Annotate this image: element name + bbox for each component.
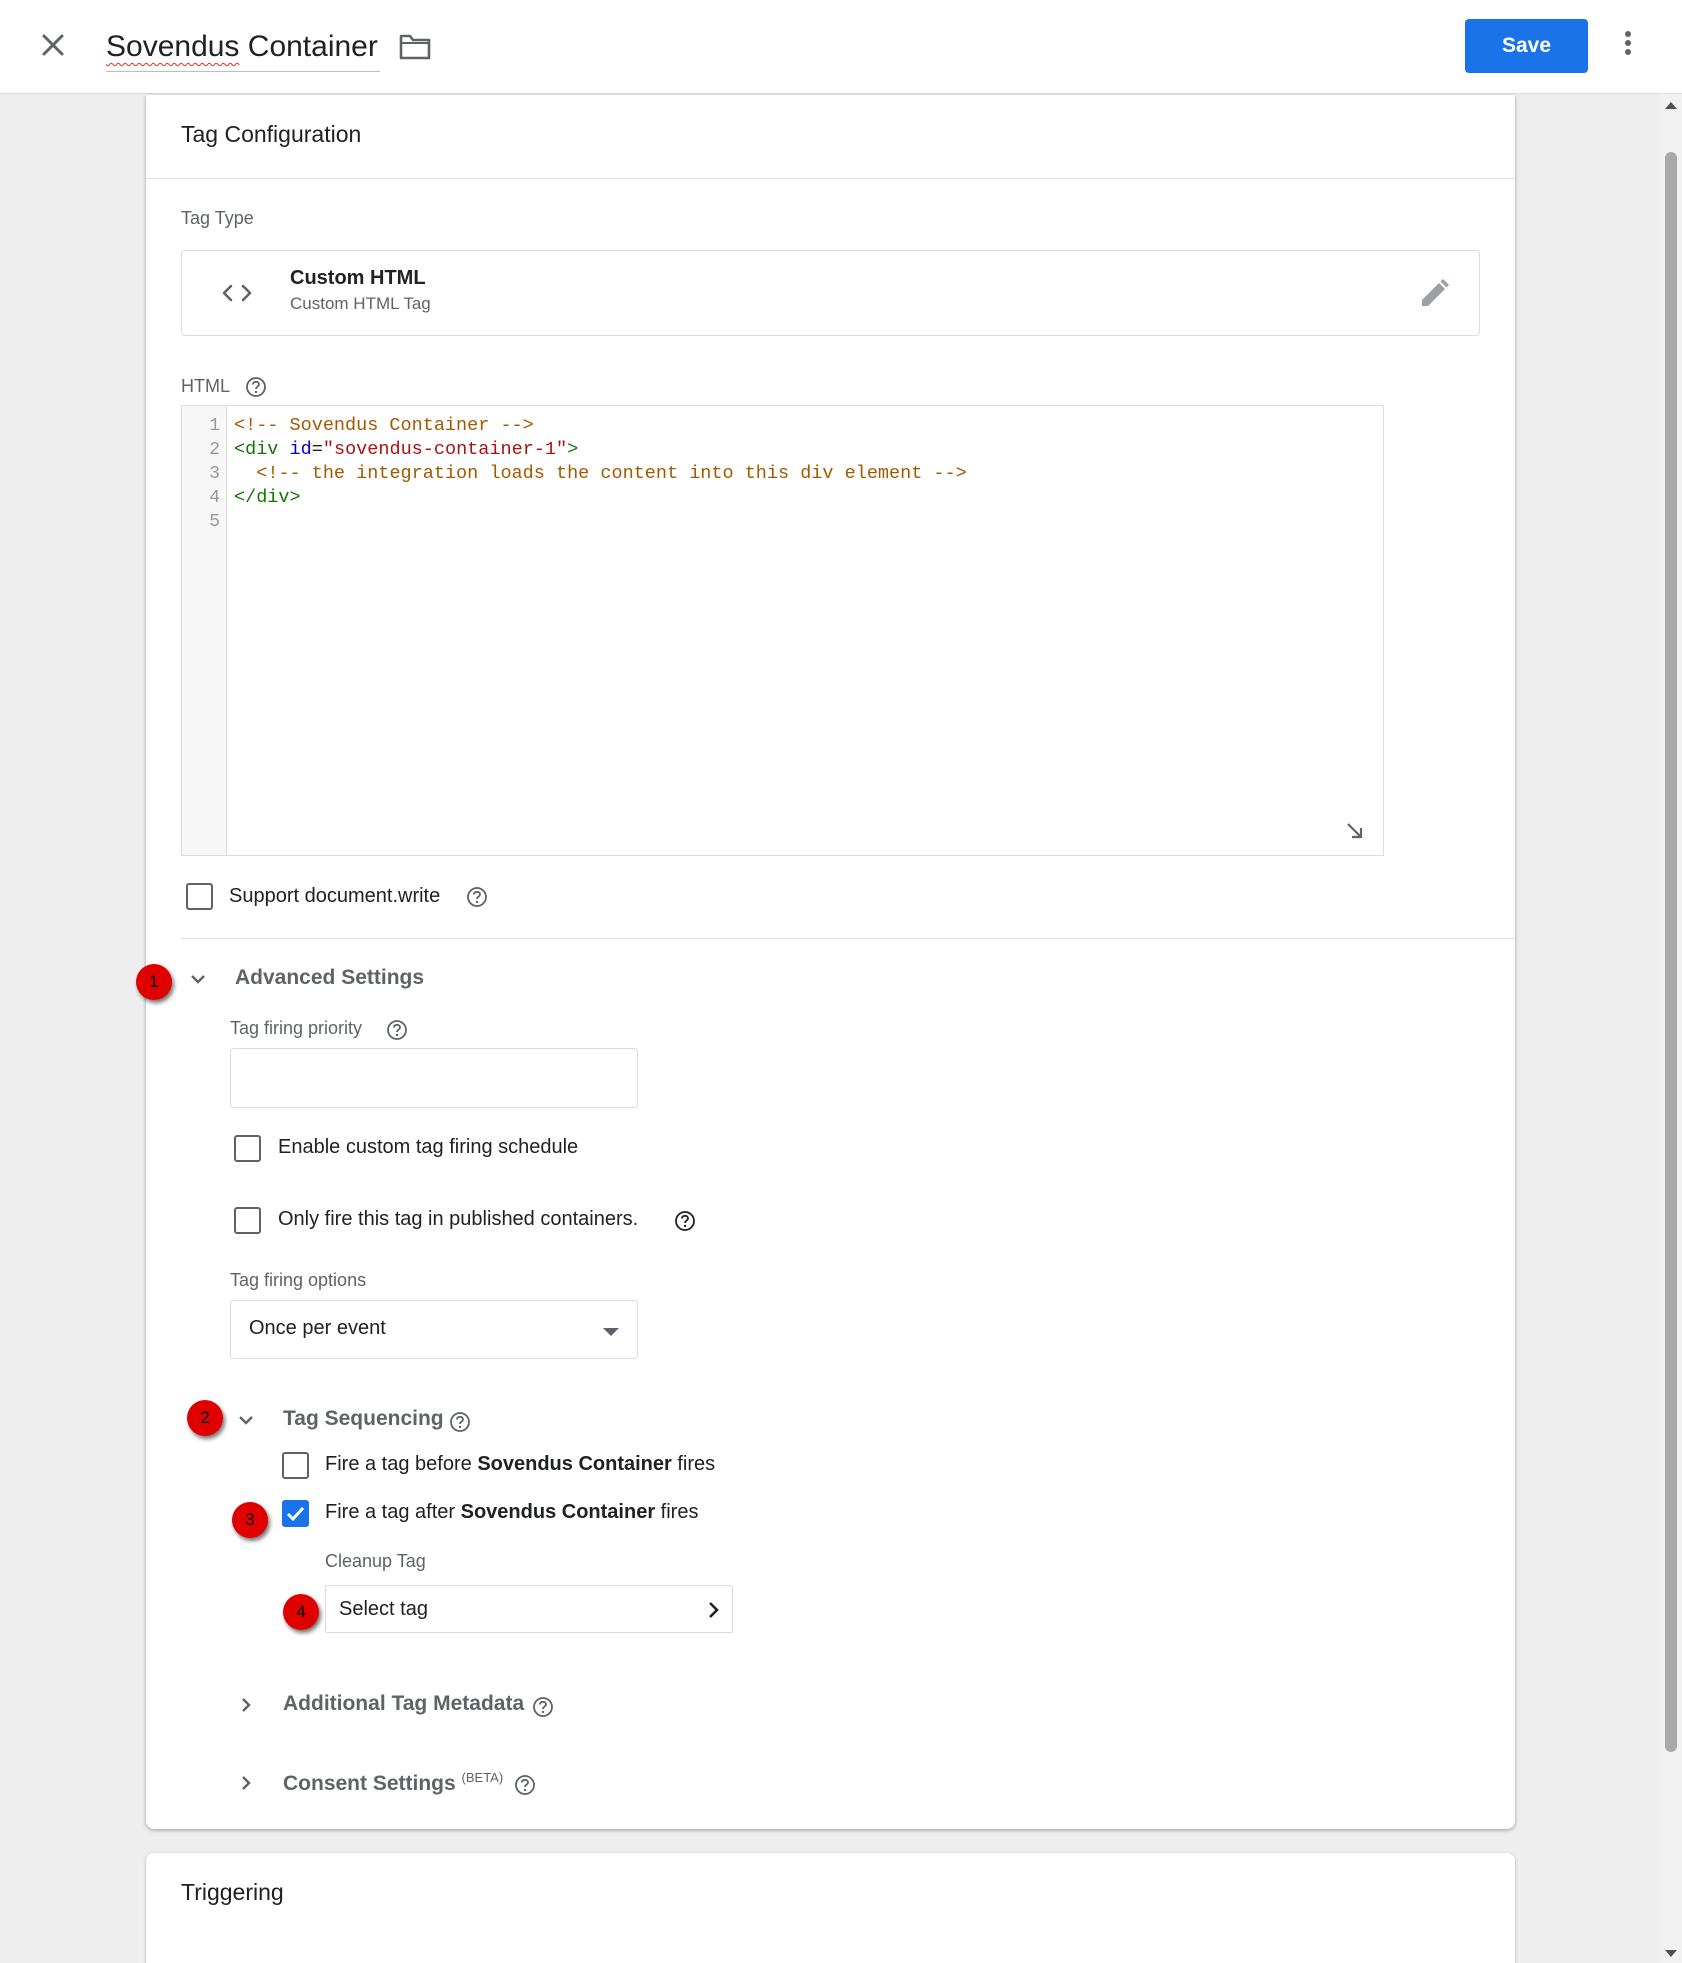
save-button[interactable]: Save xyxy=(1465,19,1588,73)
help-icon[interactable] xyxy=(386,1019,408,1041)
help-icon[interactable] xyxy=(466,886,488,908)
firing-options-select[interactable]: Once per event xyxy=(230,1300,638,1359)
beta-badge: (BETA) xyxy=(461,1770,504,1785)
fire-before-label: Fire a tag before Sovendus Container fir… xyxy=(325,1453,716,1475)
top-app-bar: Sovendus Container Save xyxy=(0,0,1682,94)
check-icon xyxy=(286,1506,305,1522)
card-title: Tag Configuration xyxy=(181,121,362,147)
dropdown-arrow-icon xyxy=(603,1328,619,1336)
code-line: <!-- Sovendus Container --> xyxy=(234,415,534,436)
cleanup-tag-value: Select tag xyxy=(339,1598,428,1620)
firing-options-value: Once per event xyxy=(249,1317,386,1339)
advanced-settings-toggle[interactable]: Advanced Settings xyxy=(186,961,506,997)
help-icon[interactable] xyxy=(532,1696,554,1718)
annotation-marker-3: 3 xyxy=(232,1502,268,1538)
more-vert-icon[interactable] xyxy=(1616,28,1640,64)
folder-icon[interactable] xyxy=(398,32,432,62)
tag-type-name: Custom HTML xyxy=(290,267,426,289)
line-number: 5 xyxy=(209,512,220,532)
line-number: 4 xyxy=(209,488,220,508)
scroll-thumb[interactable] xyxy=(1665,152,1677,1752)
firing-priority-input[interactable] xyxy=(230,1048,638,1108)
code-icon xyxy=(220,278,254,308)
edit-pencil-icon[interactable] xyxy=(1417,277,1451,311)
chevron-right-icon xyxy=(236,1695,256,1715)
code-content: <!-- Sovendus Container --> <div id="sove… xyxy=(234,414,967,534)
line-number: 2 xyxy=(209,440,220,460)
support-docwrite-label: Support document.write xyxy=(229,885,441,907)
tag-sequencing-title: Tag Sequencing xyxy=(283,1407,444,1430)
fire-after-label: Fire a tag after Sovendus Container fire… xyxy=(325,1501,699,1523)
consent-settings-toggle[interactable]: Consent Settings (BETA) xyxy=(234,1765,514,1801)
triggering-card: Triggering xyxy=(146,1853,1515,1963)
additional-metadata-toggle[interactable]: Additional Tag Metadata xyxy=(234,1687,554,1723)
chevron-right-icon xyxy=(704,1600,722,1620)
tag-type-description: Custom HTML Tag xyxy=(290,294,431,313)
help-icon[interactable] xyxy=(245,376,267,398)
help-icon[interactable] xyxy=(674,1210,696,1232)
help-icon[interactable] xyxy=(514,1774,536,1796)
annotation-marker-4: 4 xyxy=(283,1594,319,1630)
chevron-down-icon xyxy=(236,1410,256,1430)
custom-schedule-label: Enable custom tag firing schedule xyxy=(278,1136,579,1158)
support-docwrite-checkbox[interactable] xyxy=(186,883,213,910)
firing-options-label: Tag firing options xyxy=(230,1270,367,1290)
tag-configuration-card: Tag Configuration Tag Type Custom HTML C… xyxy=(146,95,1515,1829)
tag-name: Sovendus Container xyxy=(106,30,378,63)
cleanup-tag-selector[interactable]: Select tag xyxy=(325,1585,733,1633)
help-icon[interactable] xyxy=(449,1411,471,1433)
html-label: HTML xyxy=(181,376,230,396)
chevron-down-icon xyxy=(188,969,208,989)
published-only-checkbox[interactable] xyxy=(234,1207,261,1234)
published-only-label: Only fire this tag in published containe… xyxy=(278,1208,639,1230)
annotation-marker-2: 2 xyxy=(187,1400,223,1436)
card-header: Tag Configuration xyxy=(146,95,1515,179)
fire-after-checkbox[interactable] xyxy=(282,1500,309,1527)
triggering-title: Triggering xyxy=(181,1879,284,1905)
scrollbar[interactable] xyxy=(1660,94,1682,1963)
code-line: <div id="sovendus-container-1"> xyxy=(234,439,579,460)
consent-settings-title: Consent Settings (BETA) xyxy=(283,1770,504,1795)
code-line: </div> xyxy=(234,487,301,508)
firing-priority-label: Tag firing priority xyxy=(230,1018,363,1038)
additional-metadata-title: Additional Tag Metadata xyxy=(283,1692,525,1715)
tag-type-selector[interactable]: Custom HTML Custom HTML Tag xyxy=(181,250,1480,336)
custom-schedule-checkbox[interactable] xyxy=(234,1135,261,1162)
divider xyxy=(181,938,1515,939)
advanced-settings-title: Advanced Settings xyxy=(235,966,425,989)
html-code-editor[interactable]: 1 2 3 4 5 <!-- Sovendus Container --> <di… xyxy=(181,405,1384,856)
scroll-up-arrow[interactable] xyxy=(1665,102,1677,109)
annotation-marker-1: 1 xyxy=(136,964,172,1000)
code-line: <!-- the integration loads the content i… xyxy=(256,463,967,484)
scroll-down-arrow[interactable] xyxy=(1665,1950,1677,1957)
resize-handle-icon[interactable] xyxy=(1345,821,1365,841)
line-number: 3 xyxy=(209,464,220,484)
tag-name-input[interactable]: Sovendus Container xyxy=(106,24,380,72)
fire-before-checkbox[interactable] xyxy=(282,1452,309,1479)
line-number-gutter: 1 2 3 4 5 xyxy=(182,406,227,855)
tag-type-label: Tag Type xyxy=(181,208,254,228)
close-icon[interactable] xyxy=(36,28,70,62)
line-number: 1 xyxy=(209,416,220,436)
cleanup-tag-label: Cleanup Tag xyxy=(325,1551,426,1571)
chevron-right-icon xyxy=(236,1773,256,1793)
